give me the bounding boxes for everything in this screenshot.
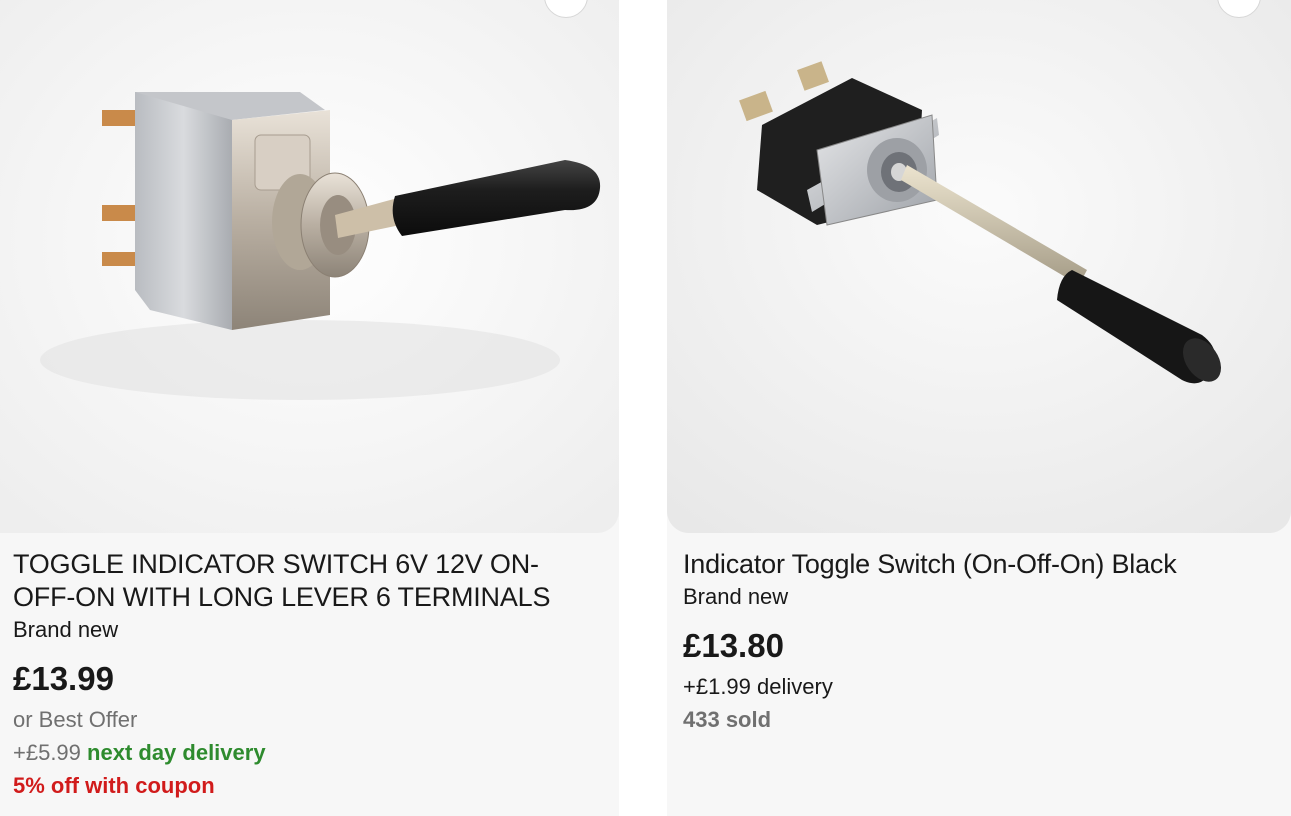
listing-image[interactable] [0,0,619,533]
item-price: £13.99 [13,660,114,697]
item-price: £13.80 [683,627,784,664]
listing-card[interactable]: Indicator Toggle Switch (On-Off-On) Blac… [667,0,1291,816]
shipping-cost: +£5.99 [13,740,81,765]
listing-info: TOGGLE INDICATOR SWITCH 6V 12V ON- OFF-O… [13,548,607,802]
best-offer-label: or Best Offer [13,707,138,732]
toggle-switch-photo-icon [0,0,619,533]
toggle-switch-photo-icon [667,0,1291,533]
sold-count: 433 sold [683,707,772,732]
title-line: OFF-ON WITH LONG LEVER 6 TERMINALS [13,582,551,612]
coupon-label: 5% off with coupon [13,773,215,798]
listing-info: Indicator Toggle Switch (On-Off-On) Blac… [683,548,1279,736]
shipping-info: +£5.99 next day delivery [13,736,607,769]
listing-title-link[interactable]: TOGGLE INDICATOR SWITCH 6V 12V ON- OFF-O… [13,548,607,614]
search-results-grid: TOGGLE INDICATOR SWITCH 6V 12V ON- OFF-O… [0,0,1291,816]
listing-title-link[interactable]: Indicator Toggle Switch (On-Off-On) Blac… [683,548,1279,581]
listing-image[interactable] [667,0,1291,533]
title-line: TOGGLE INDICATOR SWITCH 6V 12V ON- [13,549,539,579]
listing-card[interactable]: TOGGLE INDICATOR SWITCH 6V 12V ON- OFF-O… [0,0,619,816]
shipping-info: +£1.99 delivery [683,674,833,699]
item-condition: Brand new [13,617,119,642]
item-condition: Brand new [683,584,789,609]
next-day-delivery-label: next day delivery [87,740,266,765]
grid-gutter [619,0,667,816]
